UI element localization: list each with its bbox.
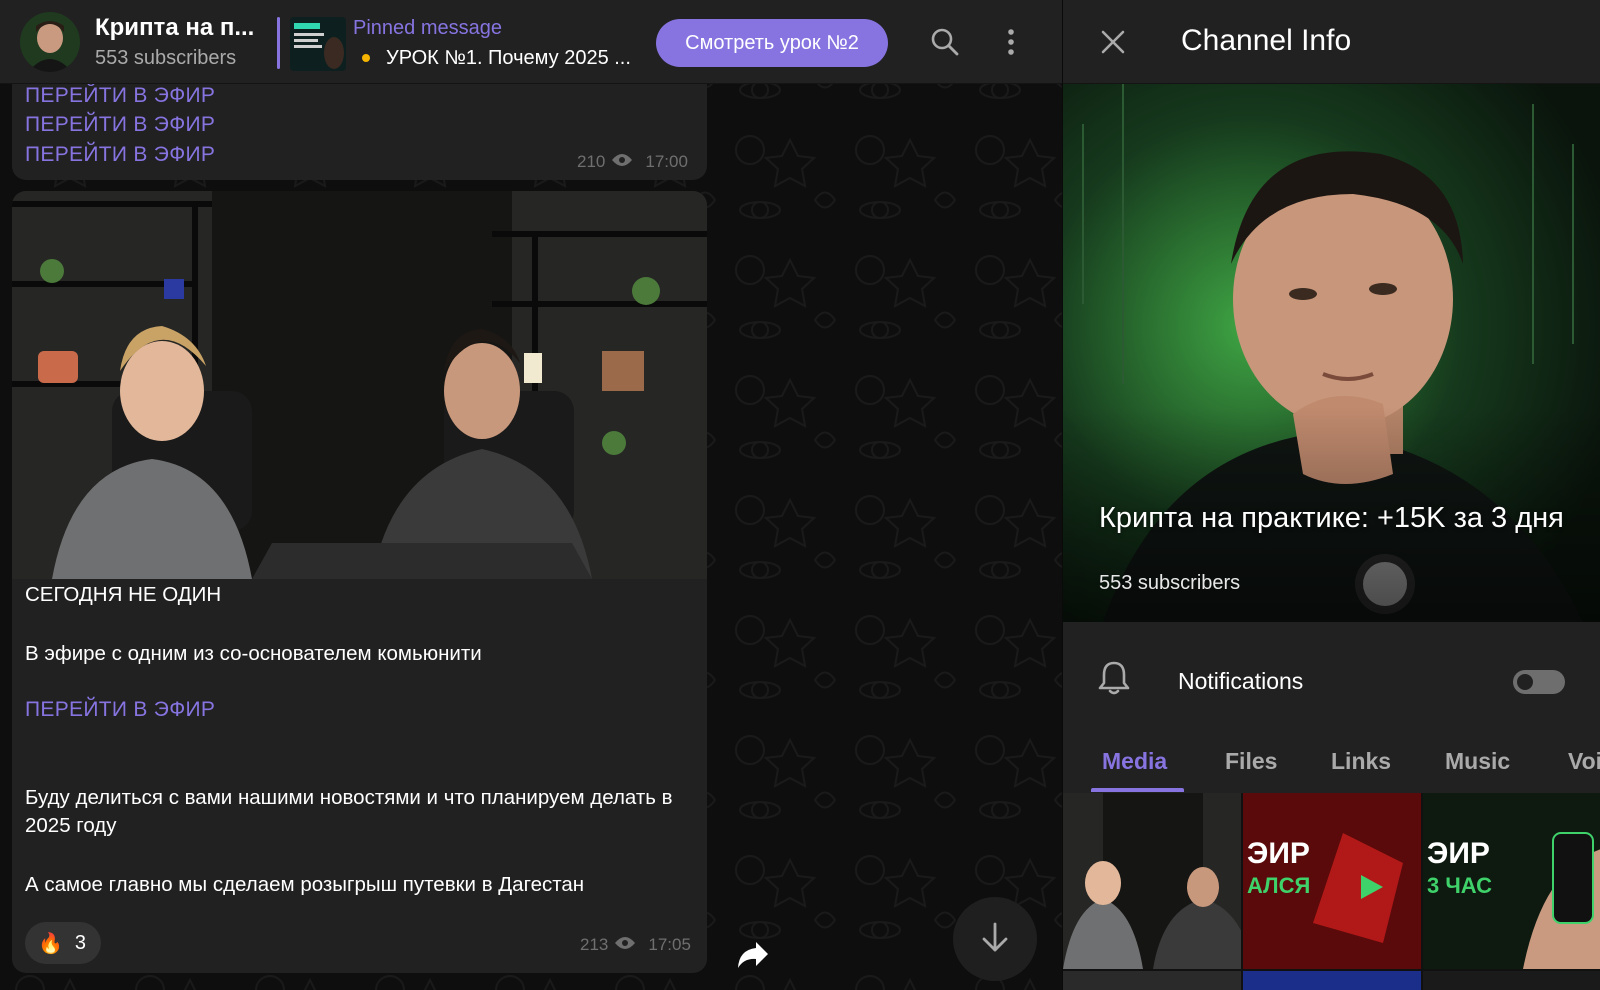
channel-name: Крипта на практике: +15K за 3 дня	[1099, 502, 1564, 534]
message-meta: 213 17:05	[580, 935, 691, 955]
media-thumbnail[interactable]	[1423, 971, 1600, 990]
chat-header: Крипта на п... 553 subscribers Pinned me…	[0, 0, 1062, 84]
notifications-toggle[interactable]	[1513, 670, 1565, 694]
media-grid: ЭИР АЛСЯ ЭИР 3 ЧАС	[1063, 793, 1600, 990]
forward-icon[interactable]	[734, 936, 772, 974]
tab-voice[interactable]: Voi	[1568, 748, 1600, 775]
telegram-app: Крипта на п... 553 subscribers Pinned me…	[0, 0, 1600, 990]
thumb-text: ЭИР	[1247, 837, 1310, 870]
channel-cover-photo[interactable]: Крипта на практике: +15K за 3 дня 553 su…	[1063, 84, 1600, 622]
pinned-dot-icon	[362, 54, 370, 62]
panel-title: Channel Info	[1181, 24, 1352, 57]
message-photo[interactable]	[12, 191, 707, 579]
live-link[interactable]: ПЕРЕЙТИ В ЭФИР	[25, 84, 215, 108]
channel-title[interactable]: Крипта на п...	[95, 14, 254, 42]
media-thumbnail[interactable]	[1243, 971, 1421, 990]
message-time: 17:05	[648, 935, 691, 954]
watch-lesson-button[interactable]: Смотреть урок №2	[656, 19, 888, 67]
bell-icon	[1097, 660, 1137, 700]
media-thumbnail[interactable]	[1063, 971, 1241, 990]
message-time: 17:00	[645, 152, 688, 171]
arrow-down-icon	[978, 920, 1012, 959]
message-heading: СЕГОДНЯ НЕ ОДИН	[25, 583, 222, 606]
live-link[interactable]: ПЕРЕЙТИ В ЭФИР	[25, 698, 215, 722]
thumb-text: ЭИР	[1427, 837, 1490, 870]
panel-header: Channel Info	[1063, 0, 1600, 84]
message-bubble: СЕГОДНЯ НЕ ОДИН В эфире с одним из со-ос…	[12, 191, 707, 973]
thumb-text: АЛСЯ	[1247, 873, 1310, 898]
message-line: В эфире с одним из со-основателем комьюн…	[25, 642, 482, 665]
channel-subscribers: 553 subscribers	[95, 47, 237, 69]
notifications-label: Notifications	[1178, 668, 1304, 694]
fire-emoji-icon: 🔥	[38, 932, 63, 955]
message-line: Буду делиться с вами нашими новостями и …	[25, 786, 673, 837]
media-thumbnail[interactable]	[1063, 793, 1241, 969]
tab-links[interactable]: Links	[1331, 748, 1391, 775]
message-line: А самое главно мы сделаем розыгрыш путев…	[25, 873, 585, 896]
channel-info-panel: Channel Info Крипта на практике: +15K за…	[1062, 0, 1600, 990]
view-count: 210	[577, 152, 606, 171]
message-bubble: ПЕРЕЙТИ В ЭФИР ПЕРЕЙТИ В ЭФИР ПЕРЕЙТИ В …	[12, 70, 707, 180]
close-icon[interactable]	[1093, 22, 1133, 62]
media-thumbnail[interactable]: ЭИР АЛСЯ	[1243, 793, 1421, 969]
notifications-row[interactable]: Notifications	[1063, 630, 1600, 728]
search-icon[interactable]	[925, 22, 965, 62]
pinned-indicator-bar	[277, 17, 280, 69]
eye-icon	[611, 152, 633, 172]
tab-files[interactable]: Files	[1225, 748, 1277, 775]
channel-avatar[interactable]	[20, 12, 80, 72]
media-tabs: Media Files Links Music Voi	[1063, 728, 1600, 792]
tab-media[interactable]: Media	[1102, 748, 1167, 775]
thumb-text: 3 ЧАС	[1427, 873, 1492, 898]
scroll-down-button[interactable]	[953, 897, 1037, 981]
live-link[interactable]: ПЕРЕЙТИ В ЭФИР	[25, 113, 215, 137]
pinned-label[interactable]: Pinned message	[353, 17, 502, 40]
eye-icon	[614, 935, 636, 955]
live-link[interactable]: ПЕРЕЙТИ В ЭФИР	[25, 143, 215, 167]
tab-music[interactable]: Music	[1445, 748, 1510, 775]
media-thumbnail[interactable]: ЭИР 3 ЧАС	[1423, 793, 1600, 969]
channel-subscribers: 553 subscribers	[1099, 572, 1241, 594]
reaction-count: 3	[74, 931, 87, 954]
toggle-knob	[1515, 672, 1535, 692]
message-meta: 210 17:00	[577, 152, 688, 172]
pinned-thumbnail[interactable]	[290, 17, 346, 71]
pinned-text[interactable]: УРОК №1. Почему 2025 ...	[386, 47, 631, 70]
more-vertical-icon[interactable]	[991, 22, 1031, 62]
chat-area: Крипта на п... 553 subscribers Pinned me…	[0, 0, 1062, 990]
active-tab-underline	[1091, 788, 1184, 792]
view-count: 213	[580, 935, 609, 954]
reaction-chip[interactable]: 🔥 3	[25, 922, 101, 964]
